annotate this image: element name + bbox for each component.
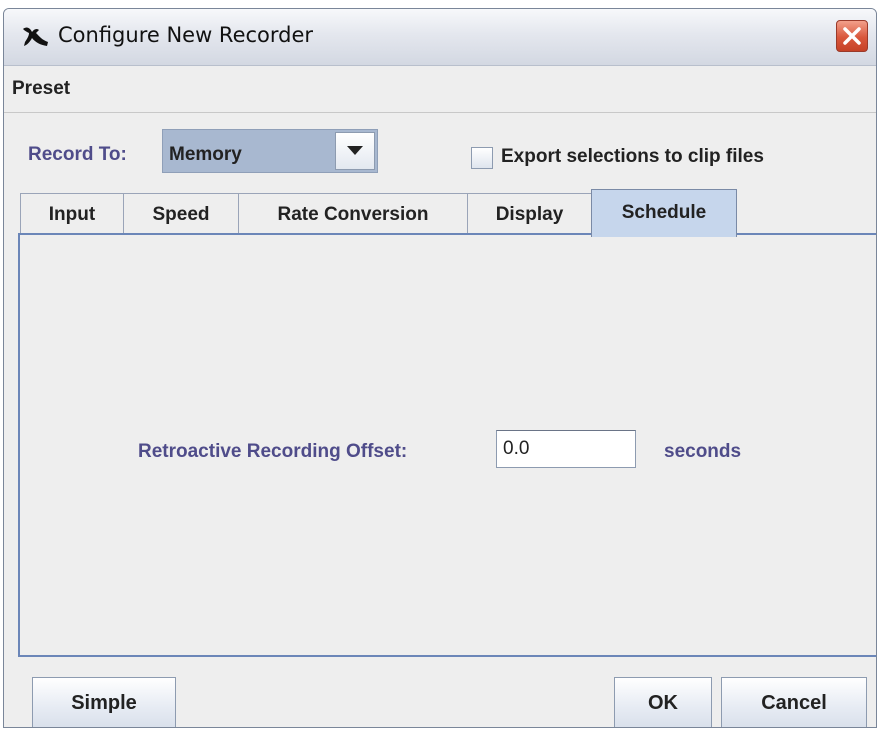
tab-display[interactable]: Display: [467, 193, 592, 233]
record-to-value: Memory: [169, 144, 242, 165]
dropdown-arrow-button[interactable]: [335, 132, 375, 170]
record-to-label: Record To:: [28, 144, 127, 165]
dialog-window: Configure New Recorder Preset Record To:…: [3, 8, 877, 728]
tab-label: Rate Conversion: [277, 204, 429, 225]
close-icon: [843, 27, 861, 45]
chevron-down-icon: [347, 146, 363, 155]
tab-label: Display: [495, 204, 564, 225]
export-checkbox-label[interactable]: Export selections to clip files: [501, 146, 764, 168]
title-bar[interactable]: Configure New Recorder: [4, 9, 876, 66]
tab-input[interactable]: Input: [20, 193, 124, 233]
menu-preset[interactable]: Preset: [12, 78, 70, 100]
export-checkbox[interactable]: [471, 147, 493, 169]
cancel-button[interactable]: Cancel: [721, 677, 867, 727]
retroactive-offset-input[interactable]: [496, 430, 636, 468]
ok-button[interactable]: OK: [614, 677, 712, 727]
tab-label: Schedule: [621, 202, 707, 223]
menu-bar: Preset: [4, 66, 876, 113]
retroactive-offset-label: Retroactive Recording Offset:: [138, 441, 408, 462]
close-button[interactable]: [836, 20, 868, 52]
simple-button[interactable]: Simple: [32, 677, 176, 727]
record-to-dropdown[interactable]: Memory: [162, 129, 378, 173]
tab-speed[interactable]: Speed: [123, 193, 239, 233]
tab-label: Speed: [152, 204, 210, 225]
tab-rate-conversion[interactable]: Rate Conversion: [238, 193, 468, 233]
tab-schedule[interactable]: Schedule: [591, 189, 737, 237]
seconds-unit-label: seconds: [664, 441, 742, 462]
window-title: Configure New Recorder: [58, 23, 314, 47]
bird-icon: [22, 23, 50, 49]
tab-label: Input: [48, 204, 96, 225]
